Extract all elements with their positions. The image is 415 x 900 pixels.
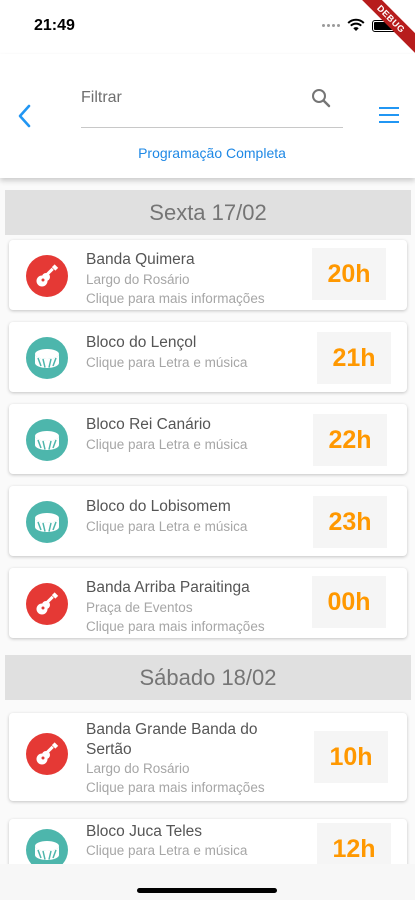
home-indicator[interactable]	[137, 888, 277, 893]
guitar-icon	[26, 255, 68, 297]
event-location: Largo do Rosário	[86, 272, 190, 287]
signal-icon	[322, 24, 342, 28]
drum-icon	[26, 829, 68, 864]
event-card[interactable]: Bloco Juca Teles Clique para Letra e mús…	[9, 819, 407, 864]
event-hint: Clique para mais informações	[86, 291, 265, 306]
schedule-list[interactable]: Sexta 17/02 Banda Quimera Largo do Rosár…	[0, 178, 415, 864]
event-hint: Clique para mais informações	[86, 619, 265, 634]
bottom-safe-area	[0, 864, 415, 900]
wifi-icon	[347, 18, 365, 31]
status-bar: 21:49	[0, 0, 415, 54]
event-time: 21h	[317, 332, 391, 384]
event-time: 10h	[314, 731, 388, 783]
event-hint: Clique para Letra e música	[86, 519, 248, 534]
drum-icon	[26, 419, 68, 461]
event-card[interactable]: Banda Quimera Largo do Rosário Clique pa…	[9, 240, 407, 310]
event-title: Bloco Rei Canário	[86, 416, 211, 433]
event-card[interactable]: Bloco do Lençol Clique para Letra e músi…	[9, 322, 407, 392]
day-header-saturday: Sábado 18/02	[5, 655, 411, 700]
full-schedule-link[interactable]: Programação Completa	[0, 145, 415, 161]
event-hint: Clique para Letra e música	[86, 355, 248, 370]
event-title: Banda Arriba Paraitinga	[86, 579, 250, 596]
event-card[interactable]: Banda Grande Banda do Sertão Largo do Ro…	[9, 713, 407, 801]
event-title: Banda Grande Banda do	[86, 721, 258, 738]
search-icon[interactable]	[311, 88, 331, 108]
event-card[interactable]: Bloco Rei Canário Clique para Letra e mú…	[9, 404, 407, 474]
event-card[interactable]: Banda Arriba Paraitinga Praça de Eventos…	[9, 568, 407, 638]
event-title: Bloco Juca Teles	[86, 823, 203, 840]
app-header: Programação Completa	[0, 54, 415, 178]
event-title-line2: Sertão	[86, 741, 132, 758]
event-location: Praça de Eventos	[86, 600, 193, 615]
battery-icon	[372, 20, 400, 32]
event-title: Banda Quimera	[86, 251, 195, 268]
event-card[interactable]: Bloco do Lobisomem Clique para Letra e m…	[9, 486, 407, 556]
status-time: 21:49	[34, 17, 75, 34]
menu-icon[interactable]	[379, 107, 401, 123]
event-time: 23h	[313, 496, 387, 548]
filter-input[interactable]	[81, 78, 301, 118]
event-location: Largo do Rosário	[86, 761, 190, 776]
filter-field	[81, 78, 343, 128]
day-header-friday: Sexta 17/02	[5, 190, 411, 235]
event-hint: Clique para Letra e música	[86, 843, 248, 858]
event-hint: Clique para Letra e música	[86, 437, 248, 452]
event-hint: Clique para mais informações	[86, 780, 265, 795]
event-time: 12h	[317, 823, 391, 864]
event-time: 20h	[312, 248, 386, 300]
event-title: Bloco do Lençol	[86, 334, 197, 351]
event-time: 22h	[313, 414, 387, 466]
guitar-icon	[26, 733, 68, 775]
event-time: 00h	[312, 576, 386, 628]
drum-icon	[26, 501, 68, 543]
event-title: Bloco do Lobisomem	[86, 498, 231, 515]
guitar-icon	[26, 583, 68, 625]
back-chevron-icon[interactable]	[14, 103, 36, 129]
drum-icon	[26, 337, 68, 379]
